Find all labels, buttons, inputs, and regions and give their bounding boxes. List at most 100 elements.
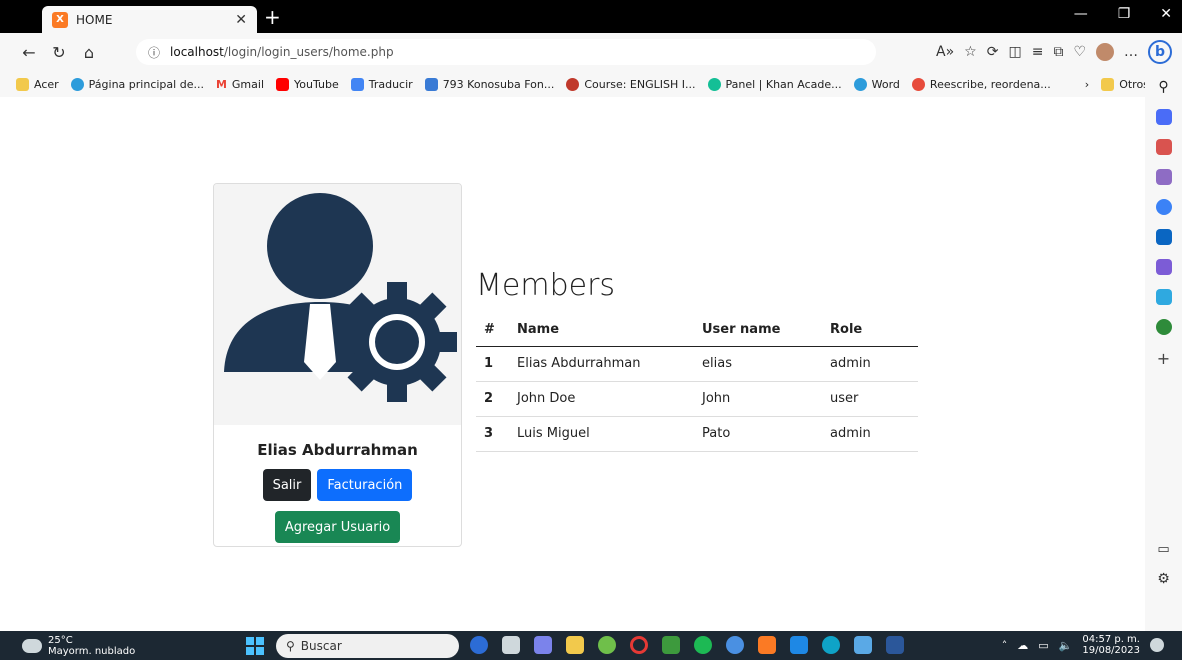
close-window-icon[interactable]: ✕ (1160, 6, 1172, 22)
bookmark-item[interactable]: Panel | Khan Acade... (707, 77, 842, 91)
word-icon[interactable] (886, 636, 904, 654)
folder-icon (16, 77, 29, 91)
members-table: # Name User name Role 1 Elias Abdurrahma… (476, 313, 918, 452)
search-placeholder: Buscar (300, 639, 342, 653)
word-icon (853, 77, 867, 91)
favorite-star-icon[interactable]: ☆ (964, 44, 977, 60)
teams-icon[interactable] (534, 636, 552, 654)
read-aloud-icon[interactable]: A» (936, 44, 954, 60)
xampp-icon: X (52, 11, 68, 28)
notification-icon[interactable] (1150, 638, 1164, 652)
table-header-row: # Name User name Role (476, 313, 918, 347)
table-row: 3 Luis Miguel Pato admin (476, 416, 918, 452)
bookmark-item[interactable]: YouTube (276, 77, 339, 91)
more-bookmarks-icon[interactable]: › (1085, 78, 1089, 91)
designer-icon[interactable] (1155, 259, 1172, 275)
new-tab-icon[interactable]: + (264, 5, 281, 29)
translate-icon (350, 77, 364, 91)
bookmark-icon (424, 77, 438, 91)
settings-icon[interactable]: ⚙ (1157, 571, 1170, 587)
add-icon[interactable]: + (1157, 349, 1170, 368)
windows-start-icon[interactable] (246, 637, 264, 655)
bookmark-item[interactable]: Página principal de... (70, 77, 204, 91)
games-icon[interactable] (1155, 169, 1172, 185)
member-username: John (694, 381, 822, 417)
bookmark-item[interactable]: M Gmail (216, 78, 264, 91)
minecraft-icon[interactable] (662, 636, 680, 654)
rewrite-icon (911, 77, 925, 91)
billing-button[interactable]: Facturación (317, 469, 413, 501)
refresh-icon[interactable]: ↻ (44, 43, 74, 62)
tools-icon[interactable] (1155, 139, 1172, 155)
member-username: elias (694, 346, 822, 382)
network-icon[interactable]: ▭ (1038, 639, 1048, 652)
system-tray: ˄ ☁ ▭ 🔈 04:57 p. m. 19/08/2023 (1002, 634, 1164, 656)
cloud-icon[interactable]: ☁ (1017, 639, 1028, 652)
add-user-button[interactable]: Agregar Usuario (274, 511, 401, 543)
search-icon[interactable]: ⚲ (1158, 79, 1168, 95)
xbox-icon[interactable] (598, 636, 616, 654)
bookmark-item[interactable]: Word (853, 77, 900, 91)
split-screen-icon[interactable]: ◫ (1008, 44, 1021, 60)
profile-name: Elias Abdurrahman (257, 441, 418, 459)
app-icon[interactable] (726, 636, 744, 654)
bookmark-item[interactable]: Reescribe, reordena... (911, 77, 1051, 91)
bookmark-item[interactable]: 793 Konosuba Fon... (424, 77, 554, 91)
bookmark-item[interactable]: Course: ENGLISH I... (566, 77, 696, 91)
volume-icon[interactable]: 🔈 (1059, 639, 1073, 652)
tree-icon[interactable] (1155, 319, 1172, 335)
cloud-icon (22, 638, 42, 653)
profile-actions: Salir Facturación (214, 469, 461, 501)
favorites-icon[interactable]: ≡ (1032, 44, 1044, 60)
outlook-icon[interactable] (1155, 229, 1172, 245)
clock[interactable]: 04:57 p. m. 19/08/2023 (1082, 634, 1140, 656)
more-icon[interactable]: … (1124, 44, 1138, 60)
notepad-icon[interactable] (854, 636, 872, 654)
task-view-icon[interactable] (502, 636, 520, 654)
performance-icon[interactable]: ♡ (1073, 44, 1086, 60)
vscode-icon[interactable] (790, 636, 808, 654)
profile-icon[interactable] (1096, 43, 1114, 61)
bing-icon[interactable] (470, 636, 488, 654)
sidebar-panel-icon[interactable]: ▭ (1157, 542, 1169, 557)
file-explorer-icon[interactable] (566, 636, 584, 654)
chevron-up-icon[interactable]: ˄ (1002, 639, 1008, 652)
weather-widget[interactable]: 25°C Mayorm. nublado (22, 635, 135, 657)
minimize-icon[interactable]: — (1074, 6, 1088, 22)
navigation-bar: ← ↻ ⌂ ⓘ localhost /login/login_users/hom… (0, 33, 1182, 71)
send-icon[interactable] (1155, 289, 1172, 305)
close-tab-icon[interactable]: ✕ (235, 12, 247, 28)
xampp-icon[interactable] (758, 636, 776, 654)
member-role: user (822, 381, 918, 417)
taskbar-apps (470, 636, 904, 654)
shopping-icon[interactable] (1155, 109, 1172, 125)
column-header-number: # (476, 313, 509, 347)
table-row: 1 Elias Abdurrahman elias admin (476, 346, 918, 382)
extensions-icon[interactable]: ⟳ (987, 44, 999, 60)
logout-button[interactable]: Salir (262, 469, 312, 501)
bookmark-item[interactable]: Traducir (350, 77, 413, 91)
table-row: 2 John Doe John user (476, 381, 918, 417)
info-icon[interactable]: ⓘ (148, 44, 160, 61)
collections-icon[interactable]: ⧉ (1053, 44, 1063, 60)
back-icon[interactable]: ← (14, 43, 44, 62)
member-username: Pato (694, 416, 822, 452)
clock-date: 19/08/2023 (1082, 645, 1140, 656)
member-name: John Doe (509, 381, 694, 417)
browser-tab[interactable]: X HOME ✕ (42, 6, 257, 33)
toolbar-right: A» ☆ ⟳ ◫ ≡ ⧉ ♡ … b (936, 33, 1172, 71)
taskbar-search[interactable]: ⚲ Buscar (276, 634, 459, 658)
restore-icon[interactable]: ❐ (1118, 6, 1131, 22)
bookmark-item[interactable]: Acer (16, 77, 59, 91)
weather-desc: Mayorm. nublado (48, 645, 136, 657)
search-icon: ⚲ (286, 639, 295, 653)
home-icon[interactable]: ⌂ (74, 43, 104, 62)
edge-icon[interactable] (822, 636, 840, 654)
opera-icon[interactable] (630, 636, 648, 654)
office-icon[interactable] (1155, 199, 1172, 215)
bing-copilot-icon[interactable]: b (1148, 40, 1172, 64)
bookmark-icon (70, 77, 84, 91)
spotify-icon[interactable] (694, 636, 712, 654)
address-bar[interactable]: ⓘ localhost /login/login_users/home.php (136, 39, 876, 65)
other-favorites[interactable]: Otros favoritos (1101, 77, 1145, 91)
